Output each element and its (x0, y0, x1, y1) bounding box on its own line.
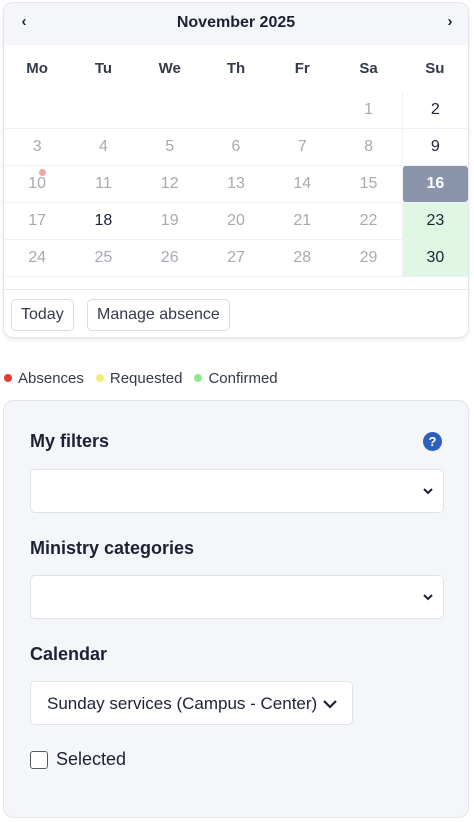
calendar-footer-divider (4, 289, 468, 290)
day-cell[interactable]: 6 (203, 129, 269, 165)
day-cell[interactable]: 18 (70, 203, 136, 239)
day-cell[interactable]: 10 (4, 166, 70, 202)
week-row: 12 (4, 92, 468, 129)
chevron-right-icon[interactable]: › (438, 11, 462, 35)
selected-label: Selected (56, 749, 127, 769)
my-filters-select[interactable] (30, 469, 444, 513)
weekday-label: Sa (359, 60, 378, 77)
day-cell[interactable]: 12 (137, 166, 203, 202)
calendar-select-value: Sunday services (Campus - Center) (47, 694, 318, 713)
weekday-label: Th (226, 60, 246, 77)
weekday-header-row: Mo Tu We Th Fr Sa Su (4, 60, 468, 80)
ministry-categories-label: Ministry categories (30, 538, 195, 558)
week-row: 3456789 (4, 129, 468, 166)
legend-item: Confirmed (194, 369, 278, 387)
absence-dot (39, 169, 46, 176)
day-cell[interactable]: 19 (137, 203, 203, 239)
weekday-label: Tu (94, 60, 113, 77)
calendar-card: ‹ November 2025 › Mo Tu We Th Fr Sa Su 1… (3, 2, 469, 338)
day-cell[interactable]: 24 (4, 240, 70, 276)
day-cell[interactable]: 25 (70, 240, 136, 276)
legend-label: Absences (18, 369, 84, 387)
empty-day-cell (269, 92, 335, 128)
legend-label: Confirmed (208, 369, 278, 387)
calendar-label: Calendar (30, 644, 108, 664)
day-cell[interactable]: 1 (335, 92, 401, 128)
day-cell[interactable]: 17 (4, 203, 70, 239)
legend-item: Absences (4, 370, 84, 387)
day-cell[interactable]: 5 (137, 129, 203, 165)
day-cell[interactable]: 16 (401, 166, 468, 202)
filters-panel: My filters ? Ministry categories Calenda… (3, 400, 469, 818)
today-button[interactable]: Today (11, 299, 74, 331)
chevron-down-icon (423, 594, 433, 601)
day-cell[interactable]: 7 (269, 129, 335, 165)
day-cell[interactable]: 4 (70, 129, 136, 165)
day-cell[interactable]: 23 (401, 203, 468, 239)
my-filters-label: My filters (30, 431, 110, 451)
empty-day-cell (4, 92, 70, 128)
day-cell[interactable]: 20 (203, 203, 269, 239)
day-cell[interactable]: 13 (203, 166, 269, 202)
question-icon[interactable]: ? (423, 432, 442, 451)
week-row: 10 11 12 13 14 15 16 (4, 166, 468, 203)
chevron-down-icon (423, 488, 433, 495)
legend-dot-icon (95, 374, 104, 382)
day-cell[interactable]: 26 (137, 240, 203, 276)
weekday-label: Mo (26, 60, 48, 77)
day-cell[interactable]: 21 (269, 203, 335, 239)
day-cell[interactable]: 27 (203, 240, 269, 276)
weekday-label: We (158, 60, 181, 77)
day-cell[interactable]: 15 (335, 166, 401, 202)
calendar-header: ‹ November 2025 › (4, 3, 468, 45)
week-row: 17 18 19 20 21 22 23 (4, 203, 468, 240)
day-cell[interactable]: 11 (70, 166, 136, 202)
day-cell[interactable]: 30 (401, 240, 468, 276)
ministry-categories-select[interactable] (30, 575, 444, 619)
legend-dot-icon (4, 374, 12, 382)
legend-item: Requested (95, 369, 183, 387)
calendar-grid: 1 2 3 4 5 6 7 8 9 10 11 12 13 14 15 16 17 18 19 20 21 22 23 24 2… (4, 92, 468, 277)
manage-absence-button[interactable]: Manage absence (87, 299, 230, 331)
day-cell[interactable]: 22 (335, 203, 401, 239)
day-cell[interactable]: 3 (4, 129, 70, 165)
legend-dot-icon (194, 374, 203, 382)
legend-label: Requested (109, 369, 183, 387)
empty-day-cell (70, 92, 136, 128)
day-cell[interactable]: 28 (269, 240, 335, 276)
selected-checkbox-row[interactable]: Selected (30, 749, 126, 770)
day-cell[interactable]: 8 (335, 129, 401, 165)
calendar-select[interactable]: Sunday services (Campus - Center) (30, 681, 353, 725)
empty-day-cell (203, 92, 269, 128)
chevron-down-icon (323, 700, 337, 709)
day-cell[interactable]: 29 (335, 240, 401, 276)
legend: Absences Requested Confirmed (4, 368, 290, 388)
weekday-label: Su (425, 60, 445, 77)
day-cell[interactable]: 9 (401, 129, 468, 165)
week-row: 24 25 26 27 28 29 30 (4, 240, 468, 277)
empty-day-cell (137, 92, 203, 128)
weekday-label: Fr (294, 60, 310, 77)
month-title: November 2025 (176, 14, 296, 31)
day-cell[interactable]: 2 (401, 92, 468, 128)
day-cell[interactable]: 14 (269, 166, 335, 202)
selected-checkbox[interactable] (30, 750, 48, 769)
